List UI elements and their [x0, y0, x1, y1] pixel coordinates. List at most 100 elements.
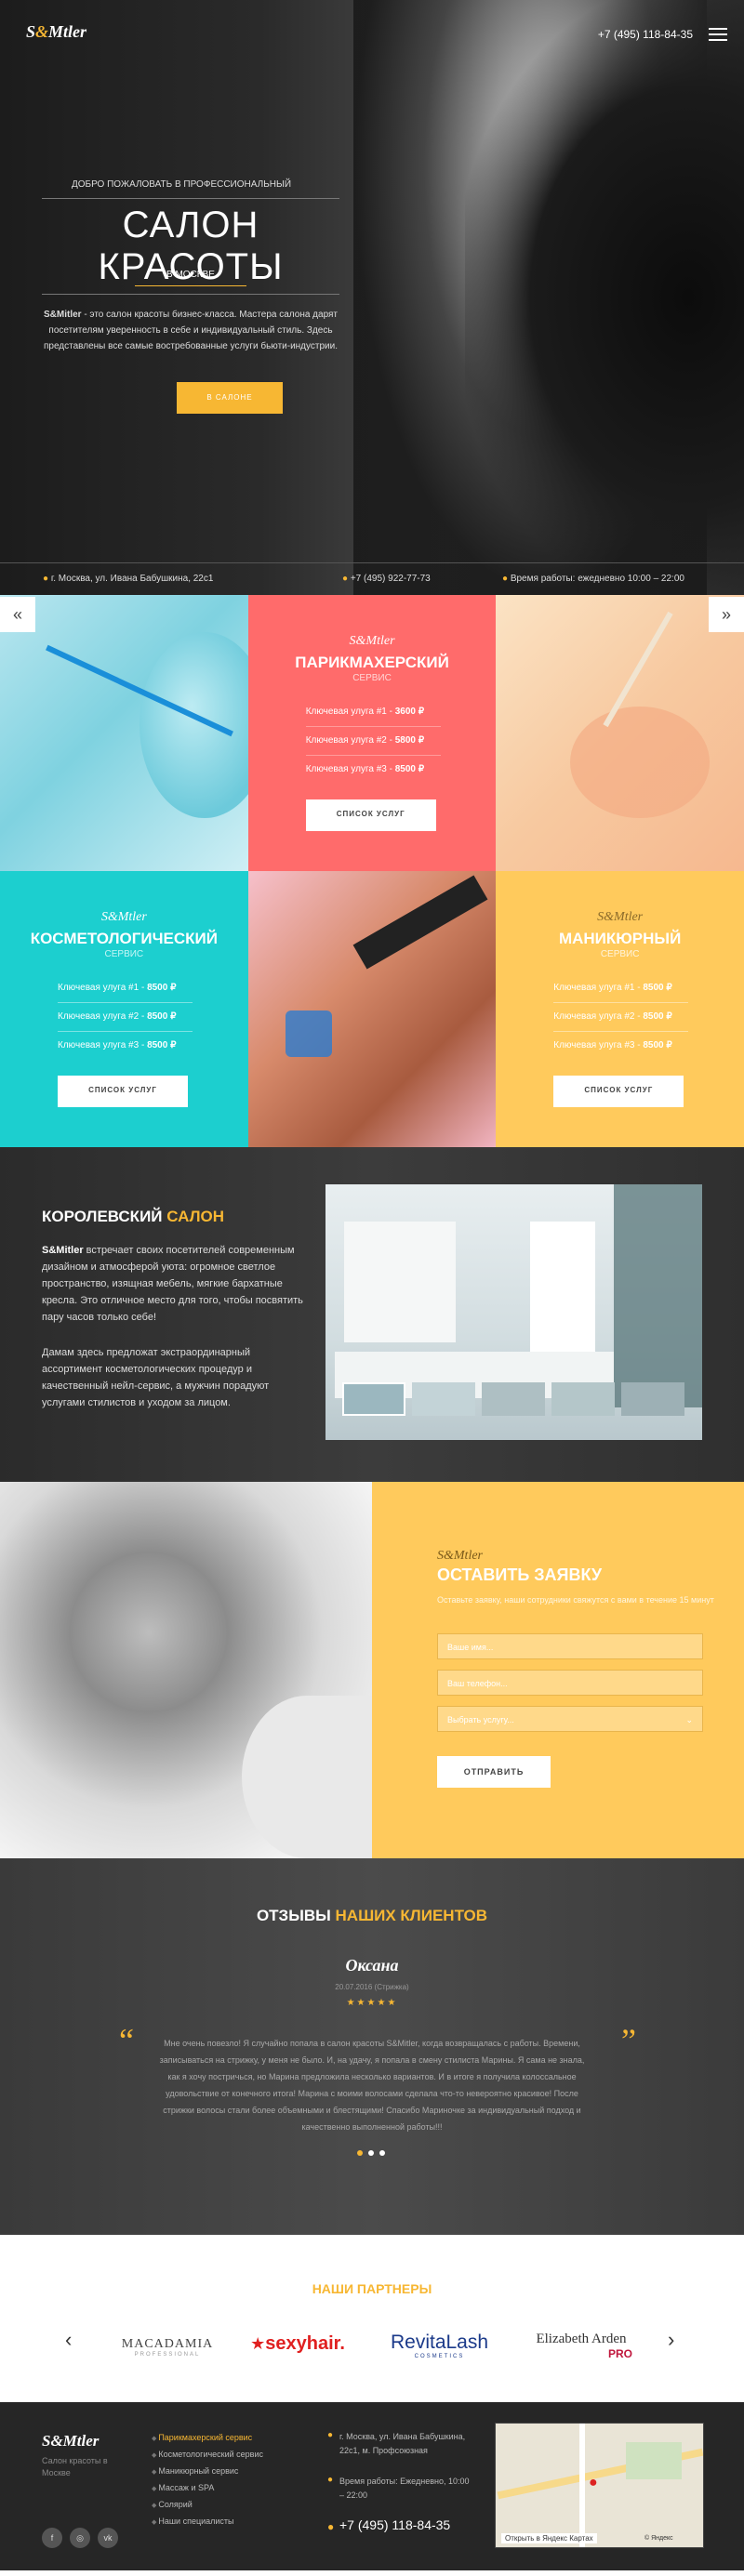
photo-face — [242, 1696, 372, 1858]
footer-menu-item[interactable]: Наши специалисты — [152, 2514, 263, 2530]
review-text: Мне очень повезло! Я случайно попала в с… — [159, 2039, 585, 2132]
card-row-price: 8500 ₽ — [147, 983, 177, 993]
map-open-link[interactable]: Открыть в Яндекс Картах — [501, 2533, 597, 2543]
service-select[interactable]: Выбрать услугу... ⌄ — [437, 1706, 703, 1732]
submit-button[interactable]: ОТПРАВИТЬ — [437, 1756, 551, 1788]
row-divider — [305, 726, 441, 727]
partner-logo-elizabeth-arden[interactable]: Elizabeth Arden PRO — [521, 2332, 642, 2360]
royal-title-white: КОРОЛЕВСКИЙ — [42, 1208, 163, 1225]
vk-icon[interactable]: vk — [98, 2528, 118, 2548]
hero-city: В МОСКВЕ — [135, 270, 246, 286]
phone-field[interactable]: Ваш телефон... — [437, 1670, 703, 1696]
apply-logo: S&Mtler — [437, 1549, 483, 1563]
services-next-arrow-icon[interactable]: » — [709, 597, 744, 632]
card-title: КОСМЕТОЛОГИЧЕСКИЙ — [30, 930, 218, 947]
photo-straightener — [352, 875, 488, 970]
footer-menu-item[interactable]: Солярий — [152, 2497, 263, 2514]
manicure-services-list-button[interactable]: СПИСОК УСЛУГ — [553, 1076, 684, 1107]
review-author: Оксана — [345, 1956, 399, 1975]
card-row-price: 8500 ₽ — [643, 983, 672, 993]
card-row-label: Ключевая улуга #3 - — [553, 1040, 641, 1050]
card-subtitle: СЕРВИС — [104, 949, 144, 959]
reviews-title-white: ОТЗЫВЫ — [256, 1907, 331, 1924]
card-subtitle: СЕРВИС — [600, 949, 640, 959]
name-field[interactable]: Ваше имя... — [437, 1633, 703, 1659]
partner-name: RevitaLash — [390, 2332, 489, 2353]
gallery-wall-art — [344, 1222, 456, 1342]
reviews-title: ОТЗЫВЫ НАШИХ КЛИЕНТОВ — [0, 1907, 744, 1925]
site-logo[interactable]: S&Mtler — [26, 22, 86, 42]
row-divider — [553, 1002, 689, 1003]
gallery-thumb[interactable] — [412, 1382, 475, 1416]
royal-title: КОРОЛЕВСКИЙ САЛОН — [42, 1208, 224, 1226]
instagram-icon[interactable]: ◎ — [70, 2528, 90, 2548]
apply-subtitle: Оставьте заявку, наши сотрудники свяжутс… — [437, 1595, 714, 1605]
hero-button[interactable]: В САЛОНЕ — [177, 382, 283, 414]
partners-prev-arrow-icon[interactable]: ‹ — [65, 2328, 72, 2352]
footer-section: S&Mtler Салон красоты в Москве f ◎ vk Па… — [0, 2402, 744, 2570]
partner-logo-sexyhair[interactable]: ★sexyhair. — [246, 2333, 349, 2355]
map-marker-icon: ● — [589, 2475, 598, 2490]
facebook-icon[interactable]: f — [42, 2528, 62, 2548]
card-row-label: Ключевая улуга #3 - — [305, 764, 392, 774]
footer-menu-item[interactable]: Маникюрный сервис — [152, 2464, 263, 2480]
card-title: ПАРИКМАХЕРСКИЙ — [295, 654, 449, 671]
card-row-price: 8500 ₽ — [643, 1011, 672, 1022]
card-row-label: Ключевая улуга #2 - — [553, 1011, 641, 1022]
review-dot[interactable] — [379, 2150, 385, 2156]
footer-menu-item[interactable]: Массаж и SPA — [152, 2480, 263, 2497]
cosmetology-services-list-button[interactable]: СПИСОК УСЛУГ — [58, 1076, 188, 1107]
photo-manicure — [496, 595, 744, 871]
footer-phone[interactable]: +7 (495) 118-84-35 — [339, 2517, 450, 2532]
card-row: Ключевая улуга #1 - 8500 ₽ — [553, 983, 671, 993]
card-row: Ключевая улуга #3 - 8500 ₽ — [306, 764, 424, 774]
card-row-label: Ключевая улуга #1 - — [305, 707, 392, 717]
partners-next-arrow-icon[interactable]: › — [668, 2328, 674, 2352]
reviews-title-yellow: НАШИХ КЛИЕНТОВ — [335, 1907, 488, 1924]
royal-paragraph-2: Дамам здесь предложат экстраординарный а… — [42, 1347, 270, 1408]
logo-amp: & — [35, 22, 49, 41]
footer-map[interactable]: ● Открыть в Яндекс Картах © Яндекс — [495, 2423, 704, 2548]
clock-icon: ● — [502, 574, 509, 584]
footer-clock-icon: ● — [327, 2475, 334, 2485]
partners-section: НАШИ ПАРТНЕРЫ ‹ › MACADAMIA PROFESSIONAL… — [0, 2235, 744, 2402]
footer-menu-item[interactable]: Косметологический сервис — [152, 2447, 263, 2464]
row-divider — [58, 1002, 193, 1003]
footer-menu-item[interactable]: Парикмахерский сервис — [152, 2430, 263, 2447]
hero-hair-shadow — [465, 0, 744, 595]
info-phone[interactable]: ● +7 (495) 922-77-73 — [342, 574, 431, 584]
partner-sub: COSMETICS — [414, 2354, 465, 2359]
review-dot[interactable] — [368, 2150, 374, 2156]
gallery-thumb[interactable] — [342, 1382, 405, 1416]
card-row-label: Ключевая улуга #1 - — [58, 983, 145, 993]
card-row: Ключевая улуга #2 - 8500 ₽ — [58, 1011, 176, 1022]
gallery-thumb[interactable] — [621, 1382, 684, 1416]
partner-logo-revitalash[interactable]: RevitaLash COSMETICS — [381, 2332, 498, 2359]
card-subtitle: СЕРВИС — [352, 673, 392, 683]
open-quote-icon: “ — [119, 2022, 134, 2059]
services-section: S&Mtler ПАРИКМАХЕРСКИЙ СЕРВИС Ключевая у… — [0, 595, 744, 1147]
partner-logo-macadamia[interactable]: MACADAMIA PROFESSIONAL — [121, 2337, 214, 2358]
footer-phone-icon: ● — [327, 2520, 335, 2533]
footer-logo[interactable]: S&Mtler — [42, 2432, 99, 2451]
hair-services-list-button[interactable]: СПИСОК УСЛУГ — [305, 799, 436, 831]
infobar-divider — [0, 562, 744, 563]
review-dot-active[interactable] — [357, 2150, 363, 2156]
gallery-thumb[interactable] — [482, 1382, 545, 1416]
row-divider — [553, 1031, 689, 1032]
gallery-thumb[interactable] — [551, 1382, 615, 1416]
royal-p1-text: встречает своих посетителей современным … — [42, 1245, 303, 1323]
card-row: Ключевая улуга #1 - 3600 ₽ — [306, 707, 424, 717]
card-row-price: 5800 ₽ — [394, 735, 425, 746]
photo-hand — [570, 707, 711, 818]
partner-name: MACADAMIA — [121, 2337, 214, 2351]
card-hair-service: S&Mtler ПАРИКМАХЕРСКИЙ СЕРВИС Ключевая у… — [247, 595, 497, 871]
hero-welcome: ДОБРО ПОЖАЛОВАТЬ В ПРОФЕССИОНАЛЬНЫЙ — [71, 179, 292, 190]
footer-tagline: Салон красоты в Москве — [42, 2456, 108, 2477]
royal-title-yellow: САЛОН — [166, 1208, 225, 1225]
menu-burger-icon[interactable] — [709, 24, 727, 45]
photo-cosmetology-injection — [0, 595, 248, 871]
header-phone[interactable]: +7 (495) 118-84-35 — [598, 28, 693, 41]
card-row-label: Ключевая улуга #3 - — [58, 1040, 145, 1050]
services-prev-arrow-icon[interactable]: « — [0, 597, 35, 632]
